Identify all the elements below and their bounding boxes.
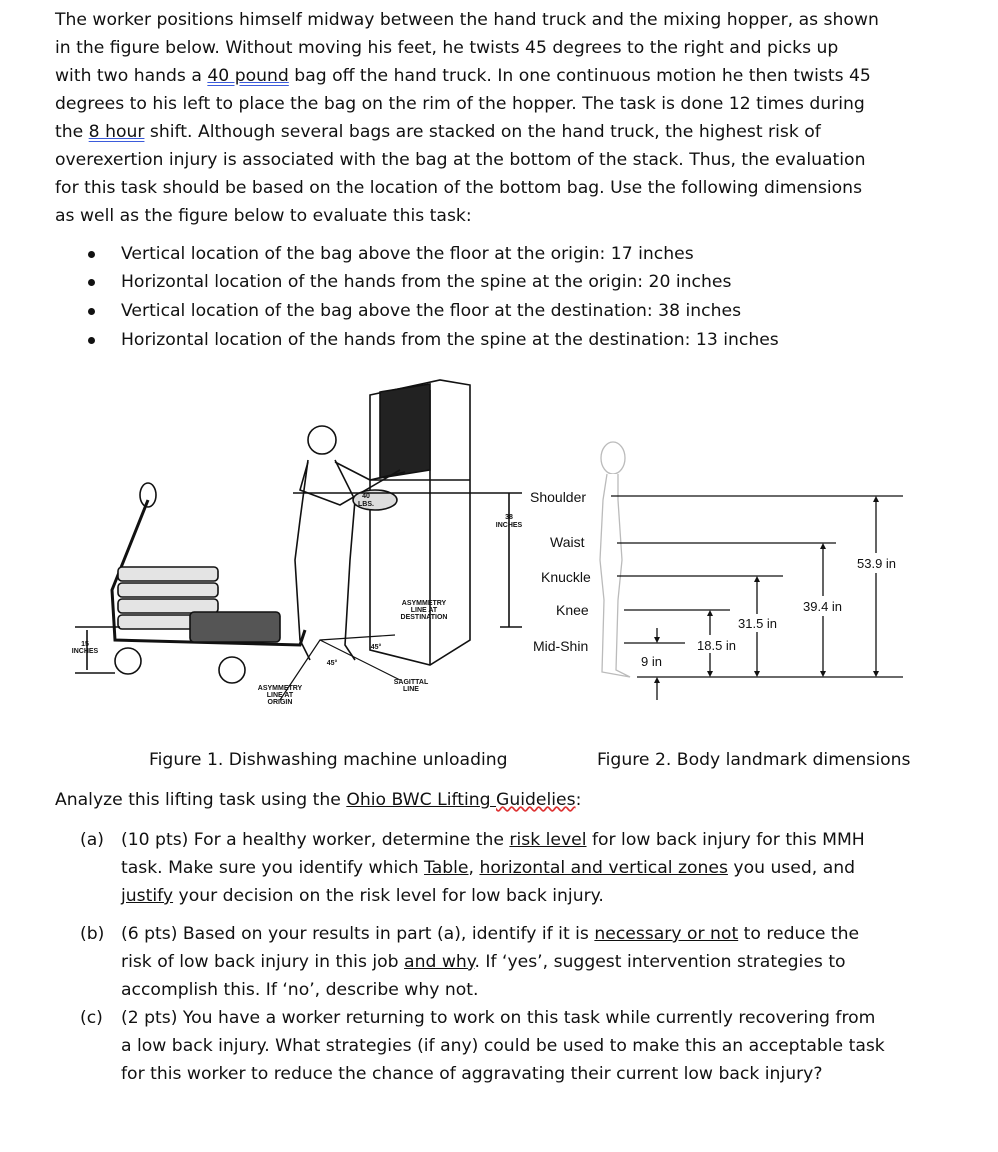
shift-text: 8 hour bbox=[88, 122, 145, 142]
v-label: INCHES bbox=[496, 522, 523, 529]
text-line: accomplish this. If ‘no’, describe why n… bbox=[121, 980, 479, 1000]
text: necessary or not bbox=[594, 924, 739, 944]
v-label: 38 bbox=[505, 514, 513, 521]
text-line: with two hands a 40 pound bag off the ha… bbox=[55, 62, 871, 90]
asym-origin-label: LINE AT bbox=[267, 692, 294, 699]
landmark-label: Shoulder bbox=[530, 489, 586, 505]
cart-height-label: INCHES bbox=[72, 648, 99, 655]
text-line: The worker positions himself midway betw… bbox=[55, 10, 879, 30]
list-item: Horizontal location of the hands from th… bbox=[121, 272, 732, 292]
bullet-icon bbox=[88, 251, 95, 258]
figure-1-caption: Figure 1. Dishwashing machine unloading bbox=[149, 750, 508, 770]
body-silhouette bbox=[599, 441, 631, 678]
wheel bbox=[114, 647, 142, 675]
text-line: task. Make sure you identify which Table… bbox=[121, 854, 855, 882]
bullet-icon bbox=[88, 279, 95, 286]
figure-2-caption: Figure 2. Body landmark dimensions bbox=[597, 750, 911, 770]
text-line: (6 pts) Based on your results in part (a… bbox=[121, 920, 859, 948]
text: you used, and bbox=[727, 858, 856, 878]
list-item: Horizontal location of the hands from th… bbox=[121, 330, 779, 350]
bullet-icon bbox=[88, 337, 95, 344]
document-page: The worker positions himself midway betw… bbox=[0, 0, 998, 1152]
text: risk level bbox=[509, 830, 587, 850]
angle-label: 45° bbox=[371, 643, 382, 651]
landmark-label: Knee bbox=[556, 602, 589, 618]
text: horizontal and vertical zones bbox=[479, 858, 728, 878]
question-tag: (a) bbox=[80, 830, 104, 850]
text: : bbox=[575, 790, 582, 810]
analyze-line: Analyze this lifting task using the Ohio… bbox=[55, 786, 581, 814]
asym-dest-label: LINE AT bbox=[411, 607, 438, 614]
wheel bbox=[218, 656, 246, 684]
text-line: overexertion injury is associated with t… bbox=[55, 150, 866, 170]
sagittal-label: SAGITTAL bbox=[394, 679, 429, 686]
dimension-label: 39.4 in bbox=[803, 599, 842, 614]
dimension-label: 53.9 in bbox=[857, 556, 896, 571]
text: shift. Although several bags are stacked… bbox=[144, 122, 821, 142]
asym-origin-label: ASYMMETRY bbox=[258, 685, 303, 692]
bag-weight-label: LBS. bbox=[358, 501, 374, 508]
asym-dest-label: DESTINATION bbox=[401, 614, 448, 621]
text-line: the 8 hour shift. Although several bags … bbox=[55, 118, 821, 146]
text: . If ‘yes’, suggest intervention strateg… bbox=[474, 952, 846, 972]
text: (6 pts) Based on your results in part (a… bbox=[121, 924, 595, 944]
text: for low back injury for this MMH bbox=[586, 830, 865, 850]
text-line: (2 pts) You have a worker returning to w… bbox=[121, 1008, 876, 1028]
text: bag off the hand truck. In one continuou… bbox=[288, 66, 871, 86]
dimension-label: 9 in bbox=[641, 654, 662, 669]
angle-label: 45° bbox=[327, 659, 338, 667]
dimension-label: 18.5 in bbox=[697, 638, 736, 653]
bullet-icon bbox=[88, 308, 95, 315]
text-line: for this task should be based on the loc… bbox=[55, 178, 863, 198]
text: task. Make sure you identify which bbox=[121, 858, 425, 878]
text: justify bbox=[121, 886, 174, 906]
text-line: (10 pts) For a healthy worker, determine… bbox=[121, 826, 865, 854]
hopper-opening bbox=[379, 383, 431, 479]
text-line: for this worker to reduce the chance of … bbox=[121, 1064, 823, 1084]
text: Table bbox=[424, 858, 469, 878]
text-line: degrees to his left to place the bag on … bbox=[55, 94, 865, 114]
text: with two hands a bbox=[55, 66, 208, 86]
guidelines-reference: Ohio BWC Lifting bbox=[346, 790, 497, 810]
figure-1-illustration: 40 LBS. 38 INCHES 15 INCHES ASYMMETRY LI… bbox=[72, 379, 523, 706]
cart-height-label: 15 bbox=[81, 641, 89, 648]
list-item: Vertical location of the bag above the f… bbox=[121, 244, 694, 264]
text: , bbox=[468, 858, 480, 878]
weight-text: 40 pound bbox=[207, 66, 289, 86]
text: the bbox=[55, 122, 89, 142]
sagittal-label: LINE bbox=[403, 686, 419, 693]
list-item: Vertical location of the bag above the f… bbox=[121, 301, 742, 321]
text: and why bbox=[404, 952, 475, 972]
landmark-label: Mid-Shin bbox=[533, 638, 588, 654]
text: risk of low back injury in this job bbox=[121, 952, 405, 972]
question-tag: (b) bbox=[80, 924, 105, 944]
guidelines-reference: Guidelies bbox=[496, 790, 576, 810]
dimension-label: 31.5 in bbox=[738, 616, 777, 631]
text-line: risk of low back injury in this job and … bbox=[121, 948, 846, 976]
asym-origin-label: ORIGIN bbox=[268, 699, 293, 706]
text-line: a low back injury. What strategies (if a… bbox=[121, 1036, 885, 1056]
figure-2-diagram: Shoulder Waist Knuckle Knee Mid-Shin 53.… bbox=[530, 441, 903, 700]
landmark-label: Waist bbox=[550, 534, 585, 550]
bag-stack bbox=[117, 566, 281, 643]
text: your decision on the risk level for low … bbox=[173, 886, 604, 906]
worker-head bbox=[307, 425, 337, 455]
bag-weight-label: 40 bbox=[362, 493, 370, 500]
question-tag: (c) bbox=[80, 1008, 103, 1028]
landmark-label: Knuckle bbox=[541, 569, 591, 585]
asym-dest-label: ASYMMETRY bbox=[402, 600, 447, 607]
text: Analyze this lifting task using the bbox=[55, 790, 347, 810]
text-line: justify your decision on the risk level … bbox=[121, 882, 604, 910]
text: (10 pts) For a healthy worker, determine… bbox=[121, 830, 510, 850]
text-line: in the figure below. Without moving his … bbox=[55, 38, 839, 58]
arrow-icon bbox=[654, 496, 879, 683]
text-line: as well as the figure below to evaluate … bbox=[55, 206, 472, 226]
text: to reduce the bbox=[738, 924, 860, 944]
